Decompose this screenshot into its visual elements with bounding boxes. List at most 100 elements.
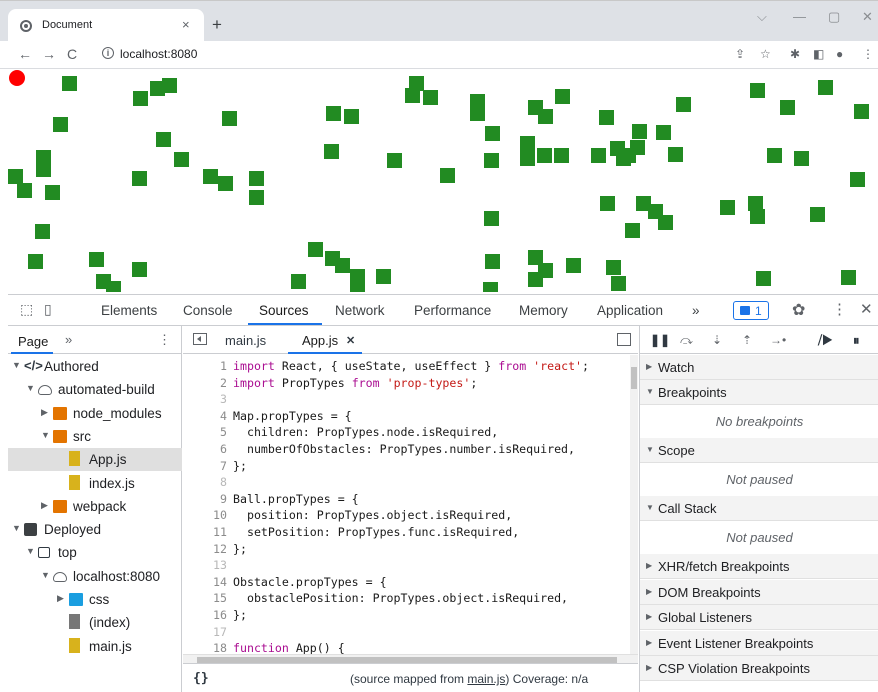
line-number[interactable]: 10 bbox=[183, 508, 227, 522]
bookmark-star-icon[interactable]: ☆ bbox=[760, 47, 771, 61]
line-number[interactable]: 8 bbox=[183, 475, 227, 489]
line-number[interactable]: 6 bbox=[183, 442, 227, 456]
expanded-arrow-icon[interactable]: ▼ bbox=[26, 546, 35, 556]
code-line[interactable]: children: PropTypes.node.isRequired, bbox=[233, 425, 498, 439]
tree-item-authored[interactable]: ▼ </> Authored bbox=[8, 355, 182, 378]
reload-icon[interactable]: C bbox=[67, 46, 77, 62]
tab-elements[interactable]: Elements bbox=[101, 303, 157, 318]
section-global-listeners[interactable]: ▶ Global Listeners bbox=[640, 605, 878, 631]
tab-performance[interactable]: Performance bbox=[414, 303, 491, 318]
new-tab-button[interactable]: + bbox=[212, 16, 222, 33]
line-number[interactable]: 9 bbox=[183, 492, 227, 506]
tree-item-src[interactable]: ▼ src bbox=[8, 425, 182, 448]
profile-icon[interactable]: ● bbox=[836, 47, 843, 61]
line-number[interactable]: 17 bbox=[183, 625, 227, 639]
code-line[interactable]: Ball.propTypes = { bbox=[233, 492, 359, 506]
editor-tab-app-js[interactable]: App.js bbox=[302, 333, 338, 348]
line-number[interactable]: 2 bbox=[183, 376, 227, 390]
step-into-icon[interactable]: ⇣ bbox=[712, 333, 722, 347]
code-line[interactable]: }; bbox=[233, 459, 247, 473]
expanded-arrow-icon[interactable]: ▼ bbox=[12, 523, 21, 533]
code-line[interactable]: Obstacle.propTypes = { bbox=[233, 575, 387, 589]
more-tabs-button[interactable]: » bbox=[692, 303, 700, 318]
section-xhr-fetch-breakpoints[interactable]: ▶ XHR/fetch Breakpoints bbox=[640, 554, 878, 580]
tree-item-css[interactable]: ▶ css bbox=[8, 588, 182, 611]
close-devtools-icon[interactable]: ✕ bbox=[860, 300, 873, 318]
tree-item-localhost[interactable]: ▼ localhost:8080 bbox=[8, 565, 182, 588]
tab-search-icon[interactable]: ⌵ bbox=[757, 9, 767, 25]
code-line[interactable]: Map.propTypes = { bbox=[233, 409, 352, 423]
devtools-menu-icon[interactable]: ⋮ bbox=[832, 300, 847, 318]
code-line[interactable]: }; bbox=[233, 542, 247, 556]
tab-application[interactable]: Application bbox=[597, 303, 663, 318]
extensions-icon[interactable]: ✱ bbox=[790, 47, 800, 61]
tab-sources[interactable]: Sources bbox=[259, 303, 309, 318]
pause-on-exceptions-icon[interactable]: ⏸ bbox=[853, 333, 860, 349]
tree-item-deployed[interactable]: ▼ Deployed bbox=[8, 518, 182, 541]
ball[interactable] bbox=[9, 70, 25, 86]
collapsed-arrow-icon[interactable]: ▶ bbox=[646, 587, 652, 596]
line-number[interactable]: 16 bbox=[183, 608, 227, 622]
close-window-button[interactable]: ✕ bbox=[862, 9, 873, 25]
expanded-arrow-icon[interactable]: ▼ bbox=[41, 430, 50, 440]
line-number[interactable]: 5 bbox=[183, 425, 227, 439]
tree-item-index-html[interactable]: (index) bbox=[8, 611, 182, 634]
url-text[interactable]: localhost:8080 bbox=[120, 47, 197, 61]
collapsed-arrow-icon[interactable]: ▶ bbox=[57, 593, 64, 604]
section-scope[interactable]: ▼ Scope bbox=[640, 438, 878, 464]
side-panel-icon[interactable]: ◧ bbox=[813, 47, 824, 61]
editor-horizontal-scrollbar[interactable] bbox=[183, 654, 638, 663]
forward-icon[interactable]: → bbox=[42, 46, 56, 62]
collapsed-arrow-icon[interactable]: ▶ bbox=[646, 638, 652, 647]
expanded-arrow-icon[interactable]: ▼ bbox=[646, 445, 654, 454]
tab-network[interactable]: Network bbox=[335, 303, 385, 318]
browser-tab[interactable]: Document × bbox=[8, 9, 204, 42]
code-line[interactable]: numberOfObstacles: PropTypes.number.isRe… bbox=[233, 442, 575, 456]
collapsed-arrow-icon[interactable]: ▶ bbox=[41, 407, 48, 418]
info-icon[interactable]: i bbox=[102, 47, 114, 59]
line-number[interactable]: 7 bbox=[183, 459, 227, 473]
navigator-menu-icon[interactable]: ⋮ bbox=[158, 332, 171, 348]
collapsed-arrow-icon[interactable]: ▶ bbox=[41, 500, 48, 511]
tree-item-top[interactable]: ▼ top bbox=[8, 541, 182, 564]
editor-tab-close-icon[interactable]: ✕ bbox=[346, 334, 355, 347]
line-number[interactable]: 4 bbox=[183, 409, 227, 423]
code-line[interactable]: import React, { useState, useEffect } fr… bbox=[233, 359, 589, 373]
code-line[interactable]: setPosition: PropTypes.func.isRequired, bbox=[233, 525, 519, 539]
tree-item-app-js[interactable]: App.js bbox=[8, 448, 182, 472]
section-event-listener-breakpoints[interactable]: ▶ Event Listener Breakpoints bbox=[640, 630, 878, 656]
code-line[interactable]: obstaclePosition: PropTypes.object.isReq… bbox=[233, 591, 568, 605]
page-viewport[interactable] bbox=[8, 70, 878, 292]
toggle-navigator-icon[interactable] bbox=[193, 333, 207, 345]
tree-item-automated-build[interactable]: ▼ automated-build bbox=[8, 378, 182, 401]
pause-icon[interactable]: ❚❚ bbox=[650, 333, 670, 347]
toggle-debugger-icon[interactable] bbox=[617, 333, 631, 346]
menu-icon[interactable]: ⋮ bbox=[862, 47, 874, 61]
section-call-stack[interactable]: ▼ Call Stack bbox=[640, 496, 878, 522]
section-breakpoints[interactable]: ▼ Breakpoints bbox=[640, 380, 878, 406]
tree-item-index-js[interactable]: index.js bbox=[8, 472, 182, 495]
collapsed-arrow-icon[interactable]: ▶ bbox=[646, 561, 652, 570]
section-dom-breakpoints[interactable]: ▶ DOM Breakpoints bbox=[640, 579, 878, 605]
tab-close-icon[interactable]: × bbox=[182, 17, 190, 32]
collapsed-arrow-icon[interactable]: ▶ bbox=[646, 612, 652, 621]
expanded-arrow-icon[interactable]: ▼ bbox=[41, 570, 50, 580]
editor-vertical-scrollbar[interactable] bbox=[630, 355, 638, 658]
step-out-icon[interactable]: ⇡ bbox=[742, 333, 752, 347]
address-bar[interactable]: i localhost:8080 bbox=[96, 45, 736, 65]
expanded-arrow-icon[interactable]: ▼ bbox=[646, 387, 654, 396]
tree-item-node-modules[interactable]: ▶ node_modules bbox=[8, 402, 182, 425]
code-area[interactable]: 1 import React, { useState, useEffect } f… bbox=[183, 355, 629, 658]
section-watch[interactable]: ▶ Watch bbox=[640, 355, 878, 380]
issues-badge[interactable]: 1 bbox=[733, 301, 769, 320]
collapsed-arrow-icon[interactable]: ▶ bbox=[646, 362, 652, 371]
code-line[interactable]: import PropTypes from 'prop-types'; bbox=[233, 376, 477, 390]
device-toolbar-icon[interactable]: ▯ bbox=[44, 301, 52, 318]
expanded-arrow-icon[interactable]: ▼ bbox=[26, 383, 35, 393]
share-icon[interactable]: ⇪ bbox=[735, 47, 745, 61]
navigator-tab-page[interactable]: Page bbox=[18, 334, 48, 349]
line-number[interactable]: 3 bbox=[183, 392, 227, 406]
tab-console[interactable]: Console bbox=[183, 303, 233, 318]
step-icon[interactable]: →• bbox=[770, 333, 786, 347]
code-line[interactable]: position: PropTypes.object.isRequired, bbox=[233, 508, 512, 522]
